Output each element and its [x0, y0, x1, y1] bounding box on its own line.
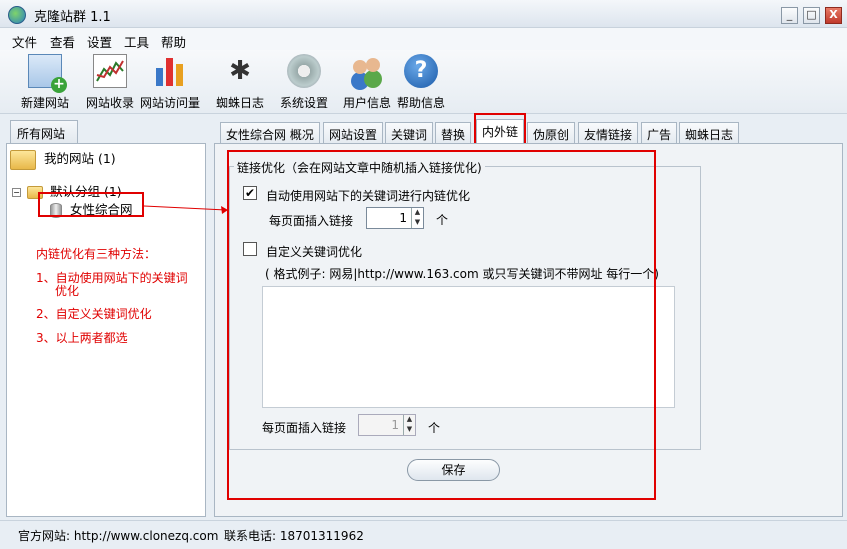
status-bar: 官方网站: http://www.clonezq.com 联系电话: 18701…	[0, 520, 847, 549]
contact-phone: 联系电话: 18701311962	[224, 529, 364, 543]
official-website: 官方网站: http://www.clonezq.com	[18, 529, 219, 543]
pointer-arrow	[143, 205, 228, 214]
